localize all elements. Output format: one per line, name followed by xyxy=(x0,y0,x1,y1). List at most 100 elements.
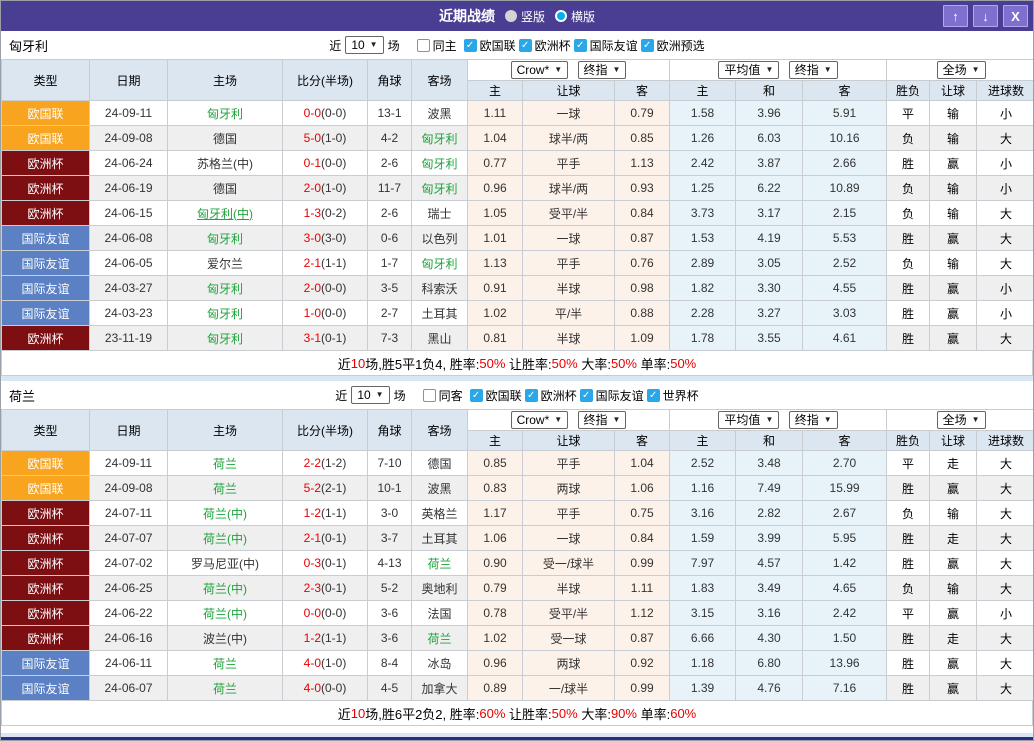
recent-count-select[interactable]: 10 ▼ xyxy=(345,36,383,54)
avg-draw-odds: 6.03 xyxy=(736,126,803,151)
away-team-name[interactable]: 以色列 xyxy=(421,232,457,246)
avg-away-odds: 2.52 xyxy=(803,251,887,276)
away-team-name[interactable]: 科索沃 xyxy=(421,282,457,296)
down-arrow-icon: ↓ xyxy=(982,9,989,24)
league-filter-checkbox[interactable]: ✓国际友谊 xyxy=(580,387,644,404)
home-team-name[interactable]: 波兰(中) xyxy=(203,632,247,646)
away-team-name[interactable]: 土耳其 xyxy=(421,532,457,546)
avg-home-odds: 3.15 xyxy=(670,601,736,626)
away-team-name[interactable]: 瑞士 xyxy=(427,207,451,221)
subcol-away: 客 xyxy=(803,431,887,451)
close-button[interactable]: X xyxy=(1003,5,1028,27)
radio-vertical-label: 竖版 xyxy=(521,8,545,25)
final-index-select[interactable]: 终指▼ xyxy=(578,411,627,429)
away-team-name[interactable]: 荷兰 xyxy=(427,557,451,571)
home-team-name[interactable]: 匈牙利 xyxy=(207,282,243,296)
league-filter-checkbox[interactable]: ✓欧洲杯 xyxy=(519,37,571,54)
home-team-name[interactable]: 荷兰 xyxy=(213,682,237,696)
corner-count: 3-0 xyxy=(368,501,412,526)
average-select[interactable]: 平均值▼ xyxy=(718,61,779,79)
away-team-name[interactable]: 匈牙利 xyxy=(421,257,457,271)
away-team-name[interactable]: 德国 xyxy=(427,457,451,471)
home-team-name[interactable]: 罗马尼亚(中) xyxy=(191,557,259,571)
final-index-select-2[interactable]: 终指▼ xyxy=(789,411,838,429)
crow-home-odds: 1.06 xyxy=(468,526,523,551)
scroll-up-button[interactable]: ↑ xyxy=(943,5,968,27)
final-index-select[interactable]: 终指▼ xyxy=(578,61,627,79)
league-filter-checkbox[interactable]: ✓世界杯 xyxy=(647,387,699,404)
final-index-select-2[interactable]: 终指▼ xyxy=(789,61,838,79)
avg-home-odds: 2.42 xyxy=(670,151,736,176)
league-badge: 国际友谊 xyxy=(2,251,90,276)
home-team-name[interactable]: 荷兰 xyxy=(213,457,237,471)
bookmaker-select[interactable]: Crow*▼ xyxy=(511,411,569,429)
table-row: 国际友谊24-03-23匈牙利1-0(0-0)2-7土耳其1.02平/半0.88… xyxy=(2,301,1034,326)
away-team-name[interactable]: 黑山 xyxy=(427,332,451,346)
section-team-name: 匈牙利 xyxy=(9,36,48,55)
full-time-score: 2-2 xyxy=(304,456,321,470)
league-badge: 欧洲杯 xyxy=(2,576,90,601)
avg-away-odds: 3.03 xyxy=(803,301,887,326)
away-team-name[interactable]: 英格兰 xyxy=(421,507,457,521)
league-filter-checkbox[interactable]: ✓欧国联 xyxy=(464,37,516,54)
league-badge: 欧国联 xyxy=(2,476,90,501)
home-team-name[interactable]: 荷兰(中) xyxy=(203,582,247,596)
home-team-name[interactable]: 荷兰 xyxy=(213,482,237,496)
away-team-name[interactable]: 匈牙利 xyxy=(421,157,457,171)
average-select[interactable]: 平均值▼ xyxy=(718,411,779,429)
table-row: 欧洲杯24-07-07荷兰(中)2-1(0-1)3-7土耳其1.06一球0.84… xyxy=(2,526,1034,551)
col-home: 主场 xyxy=(168,410,283,451)
radio-horizontal[interactable]: 横版 xyxy=(555,8,595,25)
avg-draw-odds: 3.96 xyxy=(736,101,803,126)
away-team-name[interactable]: 匈牙利 xyxy=(421,132,457,146)
recent-count-select[interactable]: 10 ▼ xyxy=(351,386,389,404)
goals-result: 大 xyxy=(977,201,1034,226)
home-team-name[interactable]: 匈牙利 xyxy=(207,332,243,346)
away-team-name[interactable]: 土耳其 xyxy=(421,307,457,321)
home-team-name[interactable]: 德国 xyxy=(213,132,237,146)
home-team-name[interactable]: 荷兰(中) xyxy=(203,507,247,521)
league-filter-checkbox[interactable]: ✓欧洲预选 xyxy=(641,37,705,54)
home-team-name[interactable]: 苏格兰(中) xyxy=(197,157,253,171)
table-row: 欧洲杯24-06-24苏格兰(中)0-1(0-0)2-6匈牙利0.77平手1.1… xyxy=(2,151,1034,176)
away-team-name[interactable]: 奥地利 xyxy=(421,582,457,596)
avg-home-odds: 2.28 xyxy=(670,301,736,326)
fullmatch-select[interactable]: 全场▼ xyxy=(937,411,986,429)
home-team-name[interactable]: 荷兰 xyxy=(213,657,237,671)
away-team-name[interactable]: 加拿大 xyxy=(421,682,457,696)
fullmatch-select[interactable]: 全场▼ xyxy=(937,61,986,79)
avg-home-odds: 3.73 xyxy=(670,201,736,226)
home-team-name[interactable]: 爱尔兰 xyxy=(207,257,243,271)
avg-home-odds: 1.39 xyxy=(670,676,736,701)
avg-draw-odds: 4.57 xyxy=(736,551,803,576)
home-team-name[interactable]: 匈牙利 xyxy=(207,307,243,321)
home-team-name[interactable]: 匈牙利(中) xyxy=(197,207,253,221)
same-side-checkbox[interactable]: 同主 xyxy=(417,37,457,54)
away-team-name[interactable]: 荷兰 xyxy=(427,632,451,646)
away-team-name[interactable]: 法国 xyxy=(427,607,451,621)
league-filter-checkbox[interactable]: ✓欧洲杯 xyxy=(525,387,577,404)
crow-away-odds: 0.87 xyxy=(615,626,670,651)
home-team-name[interactable]: 匈牙利 xyxy=(207,232,243,246)
score-cell: 1-3(0-2) xyxy=(283,201,368,226)
home-team-name[interactable]: 荷兰(中) xyxy=(203,607,247,621)
close-icon: X xyxy=(1011,9,1020,24)
handicap-line: 平手 xyxy=(523,451,615,476)
away-team-name[interactable]: 冰岛 xyxy=(427,657,451,671)
home-team-name[interactable]: 匈牙利 xyxy=(207,107,243,121)
league-filter-checkbox[interactable]: ✓国际友谊 xyxy=(574,37,638,54)
away-team-name[interactable]: 波黑 xyxy=(427,482,451,496)
home-team-name[interactable]: 荷兰(中) xyxy=(203,532,247,546)
results-body: 欧国联24-09-11匈牙利0-0(0-0)13-1波黑1.11一球0.791.… xyxy=(2,101,1034,351)
league-filter-checkbox[interactable]: ✓欧国联 xyxy=(470,387,522,404)
handicap-odds-group: Crow*▼ 终指▼ xyxy=(468,60,670,81)
home-team-name[interactable]: 德国 xyxy=(213,182,237,196)
radio-vertical[interactable]: 竖版 xyxy=(505,8,545,25)
away-team-name[interactable]: 波黑 xyxy=(427,107,451,121)
bookmaker-select[interactable]: Crow*▼ xyxy=(511,61,569,79)
same-side-checkbox[interactable]: 同客 xyxy=(423,387,463,404)
scroll-down-button[interactable]: ↓ xyxy=(973,5,998,27)
league-badge: 欧洲杯 xyxy=(2,626,90,651)
away-cell: 德国 xyxy=(412,451,468,476)
away-team-name[interactable]: 匈牙利 xyxy=(421,182,457,196)
